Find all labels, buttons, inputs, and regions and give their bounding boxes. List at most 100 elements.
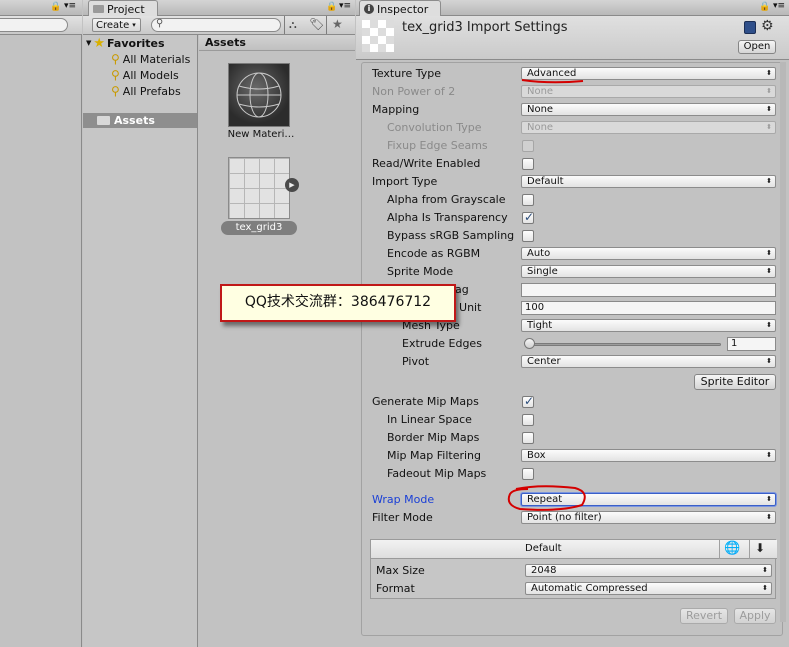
alpha-is-transparency-checkbox[interactable] <box>522 210 534 224</box>
chevron-updown-icon: ⬍ <box>766 513 772 521</box>
non-power-of-2-dropdown[interactable]: None ⬍ <box>521 85 776 98</box>
platform-tab-default[interactable]: Default 🌐 ⬇ <box>371 540 777 559</box>
project-search-input[interactable]: ⚲ <box>151 18 281 32</box>
open-button[interactable]: Open <box>738 40 776 54</box>
fadeout-mip-maps-checkbox[interactable] <box>522 468 534 480</box>
panel-menu-icon[interactable]: ▾≡ <box>773 1 785 11</box>
folder-icon <box>93 5 104 13</box>
extrude-edges-slider-track[interactable] <box>525 343 721 346</box>
help-book-icon[interactable] <box>744 21 756 34</box>
tab-inspector[interactable]: i Inspector <box>359 0 441 16</box>
border-mip-maps-checkbox[interactable] <box>522 432 534 444</box>
apply-button[interactable]: Apply <box>734 608 776 624</box>
encode-as-rgbm-dropdown[interactable]: Auto ⬍ <box>521 247 776 260</box>
globe-icon[interactable]: 🌐 <box>724 541 740 556</box>
search-filter-icon: ⚲ <box>111 52 120 66</box>
non-power-of-2-label: Non Power of 2 <box>372 85 456 98</box>
favorite-item-label: All Models <box>122 68 179 82</box>
sprite-editor-button[interactable]: Sprite Editor <box>694 374 776 390</box>
expand-arrow-icon: ▼ <box>86 39 92 47</box>
panel-menu-icon[interactable]: ▾≡ <box>339 1 351 11</box>
favorites-tree: ▼ ★ Favorites ⚲ All Materials ⚲ All Mode… <box>83 35 198 647</box>
lock-icon[interactable]: 🔒 <box>759 2 770 12</box>
toolbar-divider <box>284 16 285 34</box>
favorites-header[interactable]: ▼ ★ Favorites <box>86 35 165 51</box>
mesh-type-dropdown[interactable]: Tight ⬍ <box>521 319 776 332</box>
project-panel: Project 🔒 ▾≡ Create ▾ ⚲ ⛬ 🏷 ★ ▼ ★ Favori… <box>83 0 355 647</box>
mapping-dropdown[interactable]: None ⬍ <box>521 103 776 116</box>
mip-map-filtering-label: Mip Map Filtering <box>387 449 481 462</box>
favorite-item-all-materials[interactable]: ⚲ All Materials <box>111 51 190 67</box>
hierarchy-search-input[interactable] <box>0 18 68 32</box>
asset-name: New Materi… <box>227 129 295 140</box>
chevron-updown-icon: ⬍ <box>762 566 768 574</box>
dropdown-value: None <box>527 122 554 133</box>
hierarchy-filter-icon[interactable]: ⛬ <box>289 18 297 32</box>
dropdown-value: Default <box>527 176 564 187</box>
convolution-type-dropdown[interactable]: None ⬍ <box>521 121 776 134</box>
favorite-item-label: All Materials <box>122 52 191 66</box>
wrap-mode-dropdown[interactable]: Repeat ⬍ <box>521 493 776 506</box>
inspector-scrollbar[interactable] <box>780 62 786 622</box>
sprite-mode-dropdown[interactable]: Single ⬍ <box>521 265 776 278</box>
alpha-is-transparency-label: Alpha Is Transparency <box>387 211 508 224</box>
favorite-star-icon[interactable]: ★ <box>332 17 343 31</box>
texture-type-label: Texture Type <box>372 67 442 80</box>
asset-tile-texture[interactable] <box>228 157 290 219</box>
favorite-item-label: All Prefabs <box>122 84 181 98</box>
pivot-dropdown[interactable]: Center ⬍ <box>521 355 776 368</box>
lock-icon[interactable]: 🔒 <box>326 2 337 12</box>
create-dropdown[interactable]: Create ▾ <box>92 18 141 32</box>
read-write-checkbox[interactable] <box>522 158 534 170</box>
play-preview-icon[interactable]: ▶ <box>285 178 299 192</box>
search-filter-icon: ⚲ <box>111 68 120 82</box>
qq-group-overlay: QQ技术交流群：386476712 <box>220 284 456 322</box>
favorite-item-all-prefabs[interactable]: ⚲ All Prefabs <box>111 83 181 99</box>
bypass-srgb-checkbox[interactable] <box>522 230 534 242</box>
mip-map-filtering-dropdown[interactable]: Box ⬍ <box>521 449 776 462</box>
extrude-edges-slider-thumb[interactable] <box>524 338 535 349</box>
chevron-updown-icon: ⬍ <box>766 177 772 185</box>
max-size-dropdown[interactable]: 2048 ⬍ <box>525 564 772 577</box>
favorite-item-all-models[interactable]: ⚲ All Models <box>111 67 179 83</box>
texture-type-dropdown[interactable]: Advanced ⬍ <box>521 67 776 80</box>
packing-tag-input[interactable] <box>521 283 776 297</box>
revert-button[interactable]: Revert <box>680 608 728 624</box>
dropdown-value: Repeat <box>527 494 563 505</box>
pixels-per-unit-input[interactable]: 100 <box>521 301 776 315</box>
filter-mode-dropdown[interactable]: Point (no filter) ⬍ <box>521 511 776 524</box>
asset-tile-material[interactable] <box>228 63 290 127</box>
download-arrow-icon[interactable]: ⬇ <box>755 541 765 555</box>
inspector-tab-label: Inspector <box>377 2 429 16</box>
fixup-edge-seams-checkbox[interactable] <box>522 140 534 152</box>
chevron-updown-icon: ⬍ <box>766 321 772 329</box>
dropdown-value: None <box>527 104 554 115</box>
project-tabbar: Project 🔒 ▾≡ <box>83 0 355 16</box>
search-icon: ⚲ <box>156 18 164 29</box>
generate-mip-maps-checkbox[interactable] <box>522 394 534 408</box>
in-linear-space-checkbox[interactable] <box>522 414 534 426</box>
tab-project[interactable]: Project <box>88 0 158 16</box>
convolution-type-label: Convolution Type <box>387 121 482 134</box>
import-type-dropdown[interactable]: Default ⬍ <box>521 175 776 188</box>
chevron-updown-icon: ⬍ <box>766 267 772 275</box>
extrude-edges-input[interactable]: 1 <box>727 337 776 351</box>
grid-texture-icon <box>229 158 289 218</box>
chevron-updown-icon: ⬍ <box>766 357 772 365</box>
format-dropdown[interactable]: Automatic Compressed ⬍ <box>525 582 772 595</box>
inspector-title: tex_grid3 Import Settings <box>402 20 568 35</box>
label-tag-icon[interactable]: 🏷 <box>309 17 324 31</box>
assets-folder-item[interactable]: Assets <box>83 113 197 128</box>
project-tab-label: Project <box>107 2 145 16</box>
lock-icon[interactable]: 🔒 <box>50 2 61 12</box>
gear-icon[interactable]: ⚙ <box>761 18 774 34</box>
panel-menu-icon[interactable]: ▾≡ <box>64 1 76 11</box>
inspector-tabbar: i Inspector 🔒 ▾≡ <box>356 0 789 16</box>
texture-thumbnail <box>362 20 394 52</box>
asset-grid: Assets New Materi… ▶ tex_grid3 <box>199 35 355 647</box>
alpha-from-grayscale-checkbox[interactable] <box>522 194 534 206</box>
packing-tag-label: ag <box>455 283 469 296</box>
info-icon: i <box>364 4 374 14</box>
dropdown-value: Center <box>527 356 561 367</box>
generate-mip-maps-label: Generate Mip Maps <box>372 395 479 408</box>
